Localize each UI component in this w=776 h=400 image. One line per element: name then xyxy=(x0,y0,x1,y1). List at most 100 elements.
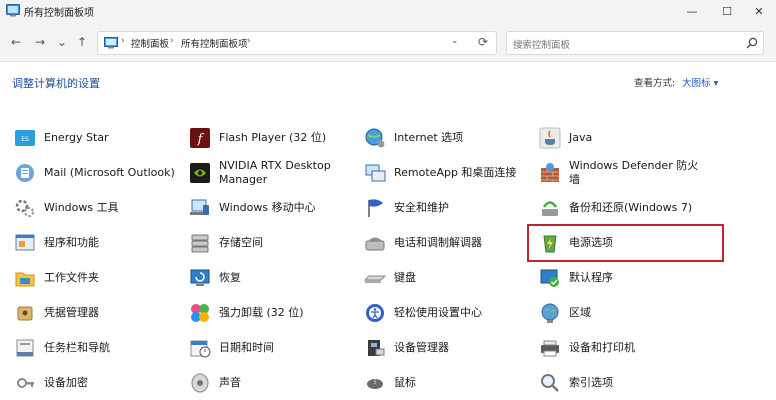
item-mail[interactable]: Mail (Microsoft Outlook) xyxy=(14,160,175,186)
search-box[interactable]: 搜索控制面板 xyxy=(506,31,764,55)
refresh-button[interactable]: ⟳ xyxy=(478,35,488,49)
mail-icon xyxy=(16,164,34,182)
energy-star-icon: ES xyxy=(15,130,35,146)
item-label: NVIDIA RTX Desktop Manager xyxy=(219,159,331,186)
item-programs-features[interactable]: 程序和功能 xyxy=(14,230,99,256)
page-heading: 调整计算机的设置 xyxy=(12,77,100,90)
svg-text:ES: ES xyxy=(21,136,29,143)
item-label: RemoteApp 和桌面连接 xyxy=(394,166,517,179)
item-nvidia[interactable]: NVIDIA RTX Desktop Manager xyxy=(189,157,349,189)
item-credential-manager[interactable]: 凭据管理器 xyxy=(14,300,99,326)
mouse-icon xyxy=(367,379,383,389)
security-maintenance-icon xyxy=(368,199,383,217)
backup-restore-icon xyxy=(542,201,558,216)
item-mobility-center[interactable]: Windows 移动中心 xyxy=(189,195,316,221)
uninstaller-icon xyxy=(191,304,209,322)
nvidia-icon xyxy=(190,163,210,183)
windows-tools-icon xyxy=(15,199,35,218)
item-device-manager[interactable]: 设备管理器 xyxy=(364,335,449,361)
item-ease-of-access[interactable]: 轻松使用设置中心 xyxy=(364,300,482,326)
minimize-button[interactable]: — xyxy=(676,0,708,22)
java-icon xyxy=(539,127,561,149)
item-label: Java xyxy=(569,131,593,144)
item-label: 工作文件夹 xyxy=(44,271,99,284)
item-label: 强力卸载 (32 位) xyxy=(219,306,304,319)
highlight-box xyxy=(527,224,724,262)
item-keyboard[interactable]: 键盘 xyxy=(364,265,416,291)
item-default-programs[interactable]: 默认程序 xyxy=(539,265,613,291)
maximize-button[interactable]: ☐ xyxy=(711,0,743,22)
item-date-time[interactable]: 日期和时间 xyxy=(189,335,274,361)
item-mouse[interactable]: 鼠标 xyxy=(364,370,416,396)
phone-modem-icon xyxy=(365,237,385,251)
item-region[interactable]: 区域 xyxy=(539,300,591,326)
credential-manager-icon xyxy=(17,306,33,321)
work-folders-icon xyxy=(15,272,35,287)
search-icon[interactable] xyxy=(745,36,759,50)
internet-options-icon xyxy=(365,128,385,148)
recent-locations-button[interactable]: ⌄ xyxy=(52,32,72,52)
view-mode-dropdown[interactable]: 大图标 ▾ xyxy=(682,75,718,89)
item-firewall[interactable]: Windows Defender 防火墙 xyxy=(539,157,709,189)
item-label: Internet 选项 xyxy=(394,131,464,144)
item-windows-tools[interactable]: Windows 工具 xyxy=(14,195,119,221)
address-bar[interactable]: › 控制面板 › 所有控制面板项 › ⌄ ⟳ xyxy=(97,31,497,55)
item-java[interactable]: Java xyxy=(539,125,592,151)
item-device-encryption[interactable]: 设备加密 xyxy=(14,370,88,396)
up-button[interactable]: ↑ xyxy=(72,32,92,52)
item-label: 默认程序 xyxy=(569,271,613,284)
search-placeholder: 搜索控制面板 xyxy=(513,40,571,51)
programs-features-icon xyxy=(15,234,35,251)
window-title: 所有控制面板项 xyxy=(24,8,94,19)
item-sound[interactable]: 声音 xyxy=(189,370,241,396)
item-work-folders[interactable]: 工作文件夹 xyxy=(14,265,99,291)
item-security-maintenance[interactable]: 安全和维护 xyxy=(364,195,449,221)
item-label: 设备加密 xyxy=(44,376,88,389)
item-label: 恢复 xyxy=(219,271,241,284)
item-internet-options[interactable]: Internet 选项 xyxy=(364,125,463,151)
item-backup-restore[interactable]: 备份和还原(Windows 7) xyxy=(539,195,692,221)
item-remoteapp[interactable]: RemoteApp 和桌面连接 xyxy=(364,160,516,186)
ease-of-access-icon xyxy=(366,304,384,322)
item-storage-spaces[interactable]: 存储空间 xyxy=(189,230,263,256)
title-bar: 所有控制面板项 — ☐ ✕ xyxy=(0,0,776,22)
item-recovery[interactable]: 恢复 xyxy=(189,265,241,291)
item-label: 电话和调制解调器 xyxy=(394,236,482,249)
item-label: 键盘 xyxy=(394,271,416,284)
address-dropdown-button[interactable]: ⌄ xyxy=(451,36,459,46)
item-label: 任务栏和导航 xyxy=(44,341,110,354)
device-encryption-icon xyxy=(17,378,34,388)
breadcrumb-control-panel[interactable]: 控制面板 xyxy=(131,36,169,50)
item-indexing-options[interactable]: 索引选项 xyxy=(539,370,613,396)
item-label: Mail (Microsoft Outlook) xyxy=(44,166,175,179)
control-panel-icon xyxy=(6,4,20,17)
view-mode-label: 查看方式: xyxy=(634,78,676,89)
remoteapp-icon xyxy=(365,164,386,182)
control-panel-location-icon xyxy=(104,37,118,49)
item-energy-star[interactable]: ES Energy Star xyxy=(14,125,109,151)
storage-spaces-icon xyxy=(191,234,209,253)
region-icon xyxy=(541,303,559,323)
close-button[interactable]: ✕ xyxy=(743,0,775,22)
back-button[interactable]: ← xyxy=(6,32,26,52)
breadcrumb-all-items[interactable]: 所有控制面板项 xyxy=(181,36,248,50)
item-label: Energy Star xyxy=(44,131,109,144)
breadcrumb-separator: › xyxy=(121,36,125,46)
item-label: 日期和时间 xyxy=(219,341,274,354)
taskbar-icon xyxy=(16,339,34,357)
item-label: 存储空间 xyxy=(219,236,263,249)
breadcrumb-separator[interactable]: › xyxy=(247,36,251,46)
item-label: 声音 xyxy=(219,376,241,389)
date-time-icon xyxy=(190,340,211,358)
item-phone-modem[interactable]: 电话和调制解调器 xyxy=(364,230,482,256)
item-label: 凭据管理器 xyxy=(44,306,99,319)
item-uninstaller[interactable]: 强力卸载 (32 位) xyxy=(189,300,304,326)
devices-printers-icon xyxy=(541,340,559,357)
item-label: 轻松使用设置中心 xyxy=(394,306,482,319)
item-label: 区域 xyxy=(569,306,591,319)
indexing-options-icon xyxy=(541,374,559,392)
item-flash-player[interactable]: f Flash Player (32 位) xyxy=(189,125,326,151)
forward-button[interactable]: → xyxy=(30,32,50,52)
item-taskbar-navigation[interactable]: 任务栏和导航 xyxy=(14,335,110,361)
item-devices-printers[interactable]: 设备和打印机 xyxy=(539,335,635,361)
